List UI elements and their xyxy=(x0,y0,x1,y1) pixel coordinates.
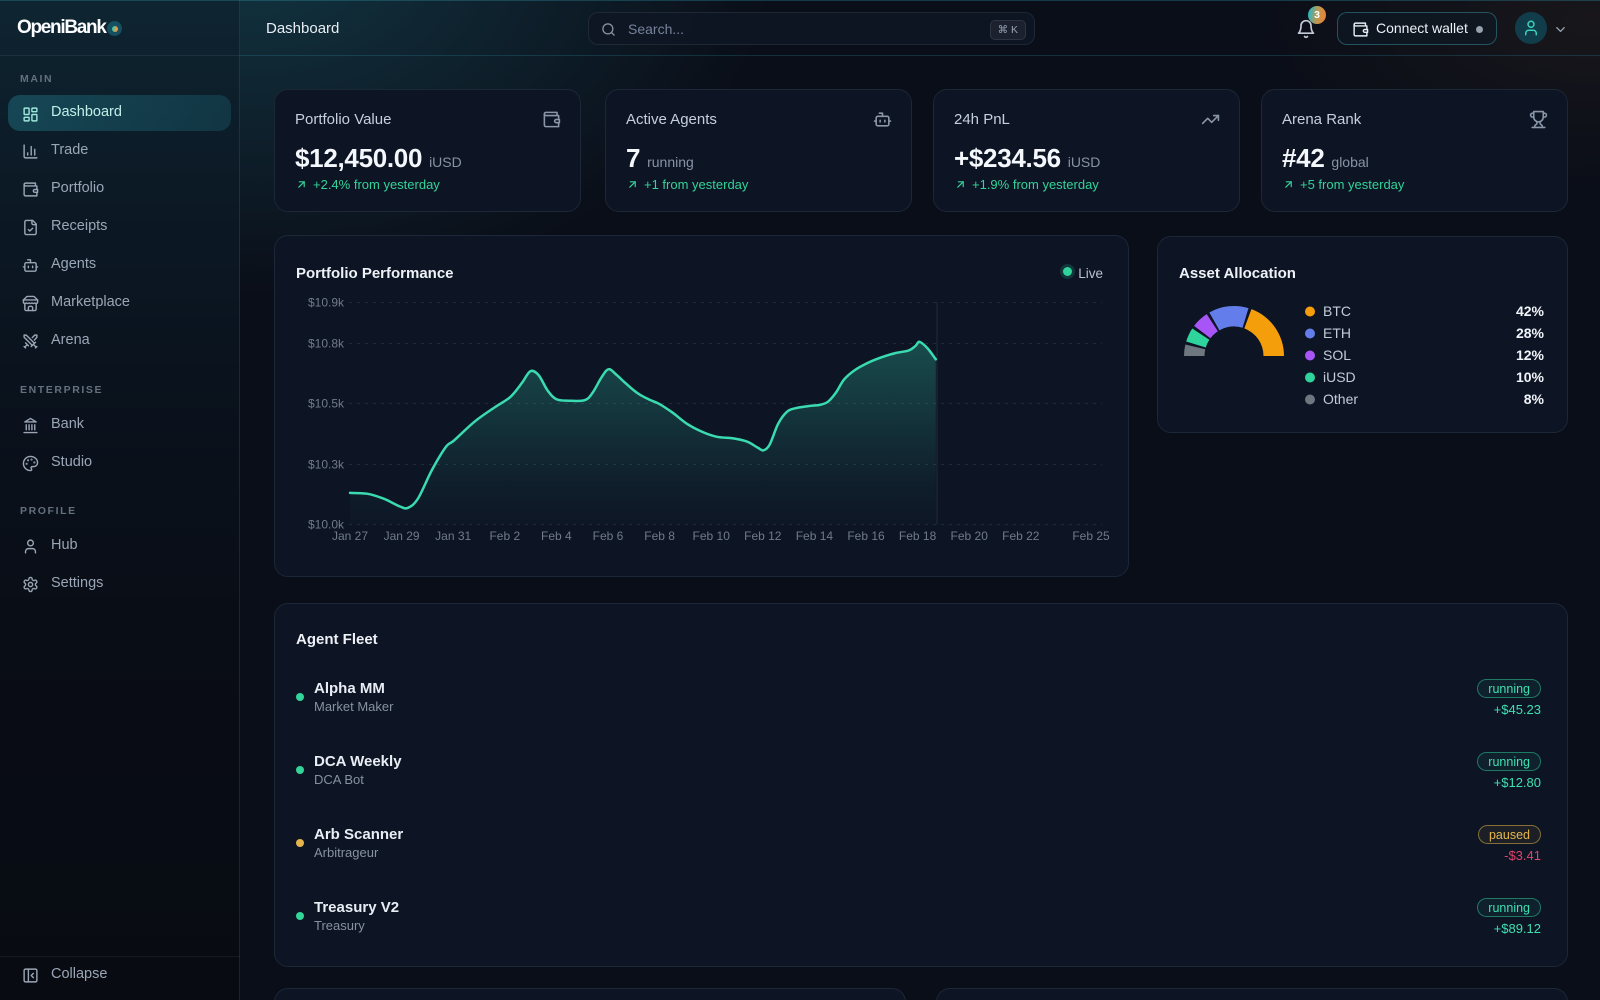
svg-text:Feb 8: Feb 8 xyxy=(644,529,675,543)
svg-text:Other: Other xyxy=(1323,391,1358,407)
svg-text:$10.9k: $10.9k xyxy=(308,296,345,310)
svg-text:Feb 4: Feb 4 xyxy=(541,529,572,543)
svg-text:Feb 10: Feb 10 xyxy=(693,529,731,543)
svg-text:8%: 8% xyxy=(1524,391,1545,407)
svg-text:ETH: ETH xyxy=(1323,325,1351,341)
svg-text:SOL: SOL xyxy=(1323,347,1351,363)
svg-text:Feb 14: Feb 14 xyxy=(796,529,834,543)
svg-text:$10.5k: $10.5k xyxy=(308,397,345,411)
svg-text:Feb 25: Feb 25 xyxy=(1072,529,1110,543)
svg-text:Feb 12: Feb 12 xyxy=(744,529,782,543)
svg-text:28%: 28% xyxy=(1516,325,1545,341)
svg-text:Jan 31: Jan 31 xyxy=(435,529,471,543)
svg-text:Feb 22: Feb 22 xyxy=(1002,529,1040,543)
svg-text:Feb 6: Feb 6 xyxy=(593,529,624,543)
svg-text:Jan 27: Jan 27 xyxy=(332,529,368,543)
svg-text:Feb 20: Feb 20 xyxy=(951,529,989,543)
svg-text:iUSD: iUSD xyxy=(1323,369,1356,385)
svg-text:Jan 29: Jan 29 xyxy=(384,529,420,543)
svg-text:BTC: BTC xyxy=(1323,303,1351,319)
svg-text:42%: 42% xyxy=(1516,303,1545,319)
svg-text:Feb 2: Feb 2 xyxy=(489,529,520,543)
svg-text:10%: 10% xyxy=(1516,369,1545,385)
svg-text:$10.3k: $10.3k xyxy=(308,458,345,472)
svg-text:Feb 16: Feb 16 xyxy=(847,529,885,543)
svg-text:12%: 12% xyxy=(1516,347,1545,363)
svg-text:Feb 18: Feb 18 xyxy=(899,529,937,543)
svg-text:$10.8k: $10.8k xyxy=(308,337,345,351)
